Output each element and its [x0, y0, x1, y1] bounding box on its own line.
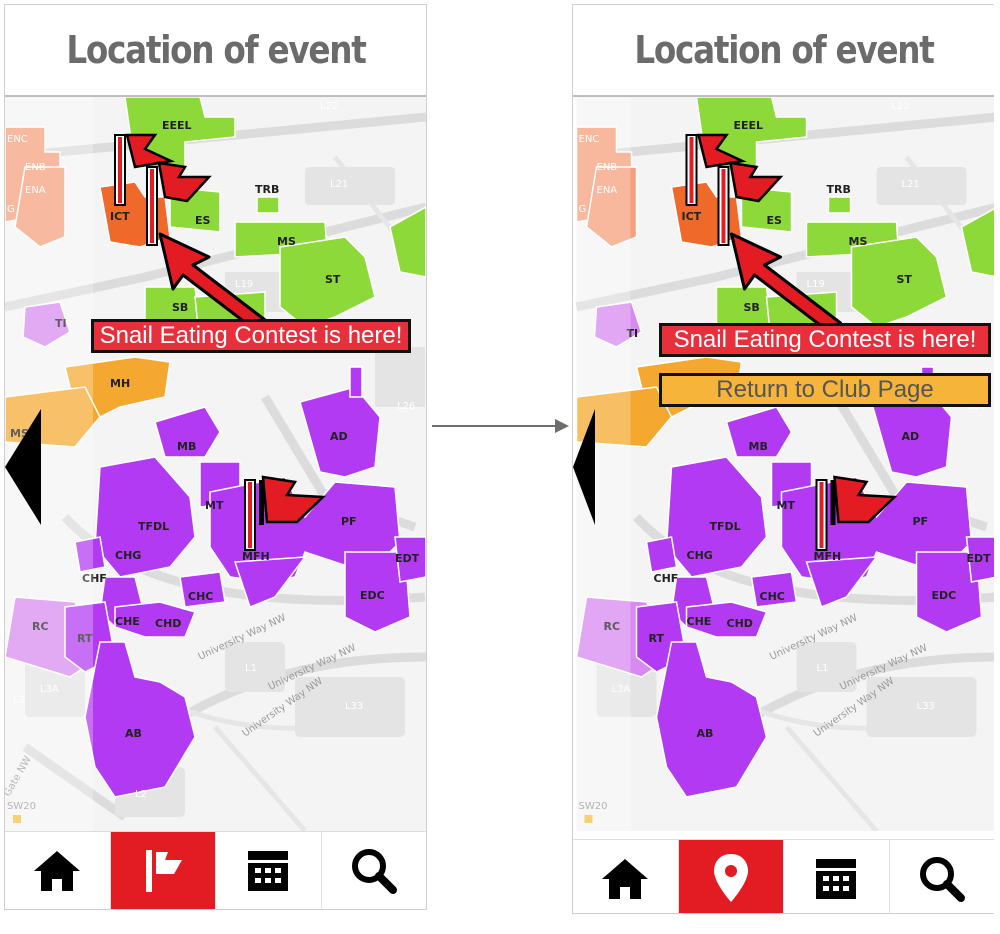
map-label-edt: EDT [967, 552, 992, 565]
map-label-sb: SB [172, 301, 188, 314]
map-label-ad: AD [902, 430, 920, 443]
map-label-mfh: MFH [242, 550, 270, 563]
tab-events[interactable] [110, 832, 216, 909]
tab-search[interactable] [322, 832, 427, 909]
map-label-mt: MT [777, 499, 796, 512]
map-label-l21: L21 [902, 179, 920, 190]
calendar-icon [248, 851, 289, 891]
search-icon [351, 849, 397, 894]
map-svg: EEEL ENC ENB ENA G ICT ES TRB MS ST SB T… [575, 97, 994, 831]
map-label-l1: L1 [245, 663, 257, 674]
map-label-trb: TRB [827, 183, 851, 196]
map-label-l2: L2 [135, 789, 147, 800]
map-label-es: ES [195, 214, 211, 227]
calendar-icon [816, 859, 857, 899]
map-label-edt: EDT [395, 552, 420, 565]
map-label-l22: L22 [892, 101, 910, 112]
map-label-tfdl: TFDL [138, 520, 169, 533]
map-label-che: CHE [687, 615, 712, 628]
map-label-mb: MB [177, 440, 196, 453]
map-label-l22: L22 [320, 101, 338, 112]
map-label-mt: MT [205, 499, 224, 512]
map-label-edc: EDC [360, 589, 385, 602]
map-label-tfdl: TFDL [710, 520, 741, 533]
tab-home[interactable] [5, 832, 111, 909]
map-label-ict: ICT [110, 210, 130, 223]
campus-map[interactable]: EEEL ENC ENB ENA G ICT ES TRB MS ST SB T… [573, 97, 994, 831]
map-label-chf: CHF [654, 572, 679, 585]
map-label-eeel: EEEL [734, 119, 764, 132]
tab-search[interactable] [890, 840, 995, 913]
map-label-chc: CHC [188, 590, 213, 603]
return-to-club-button[interactable]: Return to Club Page [659, 373, 991, 407]
map-label-sb: SB [744, 301, 760, 314]
home-icon [602, 859, 649, 899]
header-bar: Location of event [573, 5, 994, 97]
map-label-mb: MB [749, 440, 768, 453]
map-label-chg: CHG [687, 549, 713, 562]
map-label-st: ST [325, 273, 341, 286]
transition-arrow-line [432, 425, 558, 427]
transition-arrow-head [555, 419, 569, 433]
event-location-banner: Snail Eating Contest is here! [659, 323, 991, 357]
event-location-banner: Snail Eating Contest is here! [91, 319, 411, 353]
map-label-l33: L33 [917, 701, 935, 712]
tab-calendar[interactable] [216, 832, 322, 909]
map-label-chd: CHD [155, 617, 181, 630]
map-label-es: ES [767, 214, 783, 227]
map-label-edc: EDC [932, 589, 957, 602]
back-arrow-button[interactable] [573, 409, 595, 525]
map-label-chc: CHC [760, 590, 785, 603]
location-pin-icon [713, 854, 748, 902]
home-icon [34, 851, 81, 891]
flag-icon [145, 850, 182, 892]
map-label-pf: PF [913, 515, 929, 528]
map-svg: EEEL ENC ENB ENA G ICT ES TRB MS ST SB T… [5, 97, 426, 831]
map-label-l1: L1 [817, 663, 829, 674]
map-label-trb: TRB [255, 183, 279, 196]
map-label-ad: AD [330, 430, 348, 443]
back-arrow-button[interactable] [5, 409, 41, 525]
map-label-eeel: EEEL [162, 119, 192, 132]
bottom-tab-bar [573, 839, 995, 913]
map-label-ict: ICT [682, 210, 702, 223]
campus-map[interactable]: EEEL ENC ENB ENA G ICT ES TRB MS ST SB T… [5, 97, 426, 831]
tab-location[interactable] [678, 840, 784, 913]
map-label-pf: PF [341, 515, 357, 528]
map-label-l21: L21 [330, 179, 348, 190]
map-label-chd: CHD [727, 617, 753, 630]
map-label-l19: L19 [235, 279, 253, 290]
map-label-l26: L26 [397, 401, 415, 412]
header-bar: Location of event [5, 5, 426, 97]
map-label-ab: AB [125, 727, 142, 740]
bottom-tab-bar [5, 831, 427, 909]
map-label-mfh: MFH [814, 550, 842, 563]
page-title: Location of event [633, 28, 935, 72]
map-label-l33: L33 [345, 701, 363, 712]
map-label-ms: MS [849, 235, 868, 248]
tab-calendar[interactable] [784, 840, 890, 913]
tab-home[interactable] [573, 840, 679, 913]
map-label-ab: AB [697, 727, 714, 740]
map-label-che: CHE [115, 615, 140, 628]
map-label-st: ST [897, 273, 913, 286]
map-label-mh: MH [110, 377, 130, 390]
phone-screen-after: Location of event EEEL ENC ENB ENA G ICT… [572, 4, 994, 914]
search-icon [919, 857, 965, 902]
map-label-l19: L19 [807, 279, 825, 290]
map-label-rt: RT [649, 632, 665, 645]
page-title: Location of event [65, 28, 367, 72]
map-label-chg: CHG [115, 549, 141, 562]
phone-screen-before: Location of event EEEL ENC ENB ENA G ICT… [4, 4, 427, 910]
map-label-ms: MS [277, 235, 296, 248]
